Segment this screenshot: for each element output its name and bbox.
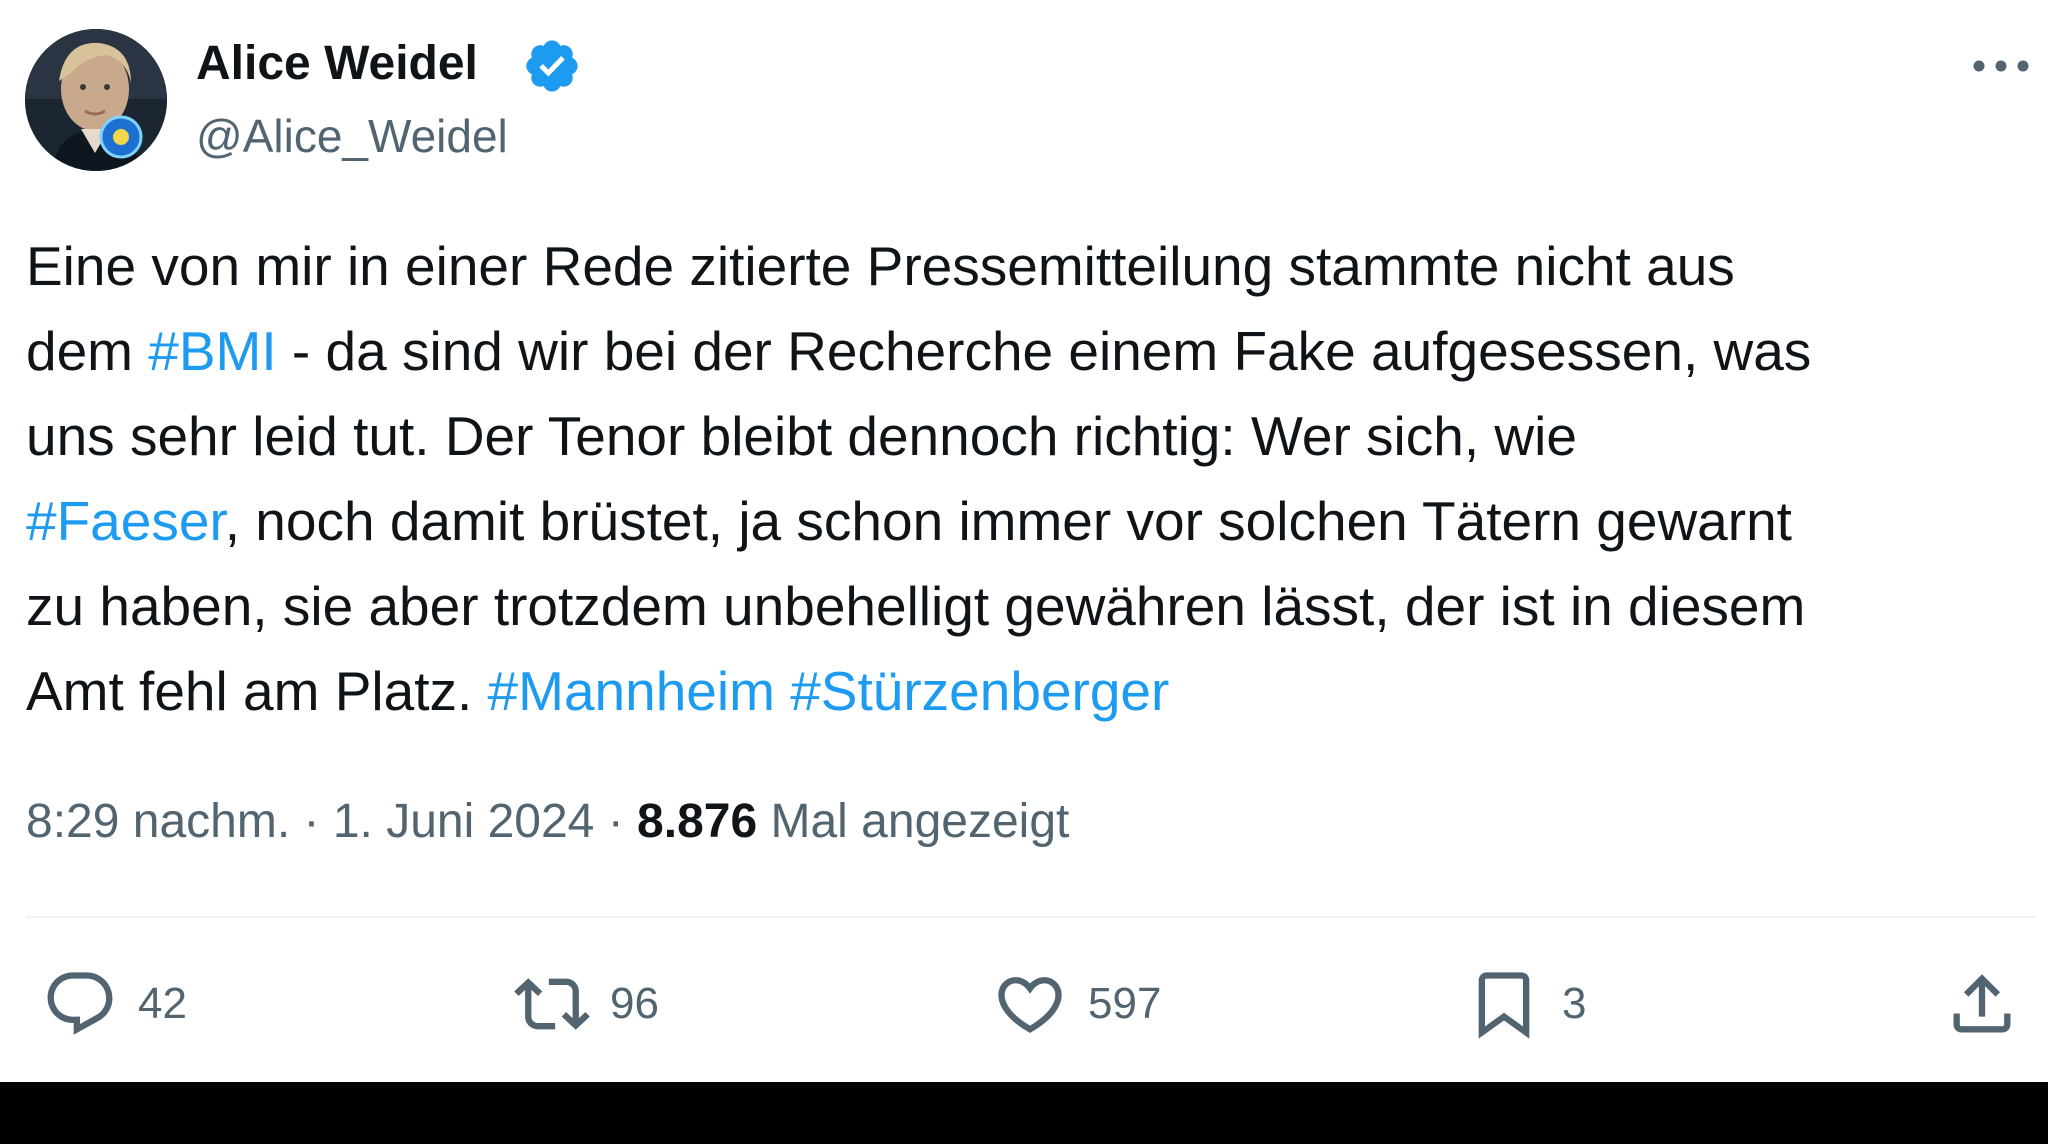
retweet-icon	[514, 978, 590, 1030]
tweet-meta: 8:29 nachm. · 1. Juni 2024 · 8.876 Mal a…	[26, 790, 1069, 854]
tweet-text-line: Amt fehl am Platz. #Mannheim #Stürzenber…	[26, 649, 2036, 734]
tweet-text-line: zu haben, sie aber trotzdem unbehelligt …	[26, 564, 2036, 649]
tweet-text-line: Eine von mir in einer Rede zitierte Pres…	[26, 224, 2036, 309]
tweet-text-segment: zu haben, sie aber trotzdem unbehelligt …	[26, 575, 1806, 637]
tweet-text-segment: , noch damit brüstet, ja schon immer vor…	[224, 490, 1792, 552]
bookmark-count: 3	[1562, 979, 1587, 1028]
like-button[interactable]: 597	[992, 964, 1161, 1044]
tweet-text-segment: - da sind wir bei der Recherche einem Fa…	[276, 320, 1812, 382]
tweet-text-segment: Amt fehl am Platz.	[26, 660, 488, 722]
reply-button[interactable]: 42	[42, 964, 187, 1044]
avatar[interactable]	[25, 29, 167, 171]
tweet-text-segment: dem	[26, 320, 149, 382]
tweet-time[interactable]: 8:29 nachm.	[26, 795, 290, 848]
hashtag-link[interactable]: #Stürzenberger	[790, 660, 1169, 722]
tweet-card: Alice Weidel @Alice_Weidel Eine von mir …	[0, 0, 2048, 1082]
hashtag-link[interactable]: #BMI	[148, 320, 276, 382]
bookmark-icon	[1478, 972, 1530, 1039]
heart-icon	[998, 977, 1062, 1034]
share-icon	[1953, 974, 2011, 1033]
retweet-button[interactable]: 96	[514, 964, 659, 1044]
views-count: 8.876	[637, 795, 758, 848]
author-display-name[interactable]: Alice Weidel	[196, 36, 478, 92]
share-button[interactable]	[1944, 964, 2020, 1044]
more-options-icon[interactable]	[1968, 44, 2034, 88]
avatar-image	[25, 29, 167, 171]
tweet-date[interactable]: 1. Juni 2024	[333, 795, 595, 848]
reply-count: 42	[138, 979, 187, 1028]
tweet-text: Eine von mir in einer Rede zitierte Pres…	[26, 224, 2036, 734]
tweet-text-segment: uns sehr leid tut. Der Tenor bleibt denn…	[26, 405, 1577, 467]
tweet-text-segment	[775, 660, 790, 722]
tweet-text-line: dem #BMI - da sind wir bei der Recherche…	[26, 309, 2036, 394]
reply-icon	[47, 972, 113, 1035]
meta-separator: ·	[594, 795, 638, 848]
bottom-black-bar	[0, 1082, 2048, 1144]
like-count: 597	[1088, 979, 1162, 1028]
hashtag-link[interactable]: #Mannheim	[488, 660, 775, 722]
verified-badge-icon	[526, 40, 578, 92]
views-label: Mal angezeigt	[757, 795, 1070, 848]
bookmark-button[interactable]: 3	[1466, 964, 1586, 1044]
retweet-count: 96	[610, 979, 659, 1028]
hashtag-link[interactable]: #Faeser	[26, 490, 225, 552]
tweet-text-line: #Faeser, noch damit brüstet, ja schon im…	[26, 479, 2036, 564]
meta-separator: ·	[290, 795, 333, 848]
divider	[26, 916, 2036, 918]
author-handle[interactable]: @Alice_Weidel	[196, 108, 508, 164]
tweet-text-segment: Eine von mir in einer Rede zitierte Pres…	[26, 235, 1735, 297]
tweet-text-line: uns sehr leid tut. Der Tenor bleibt denn…	[26, 394, 2036, 479]
